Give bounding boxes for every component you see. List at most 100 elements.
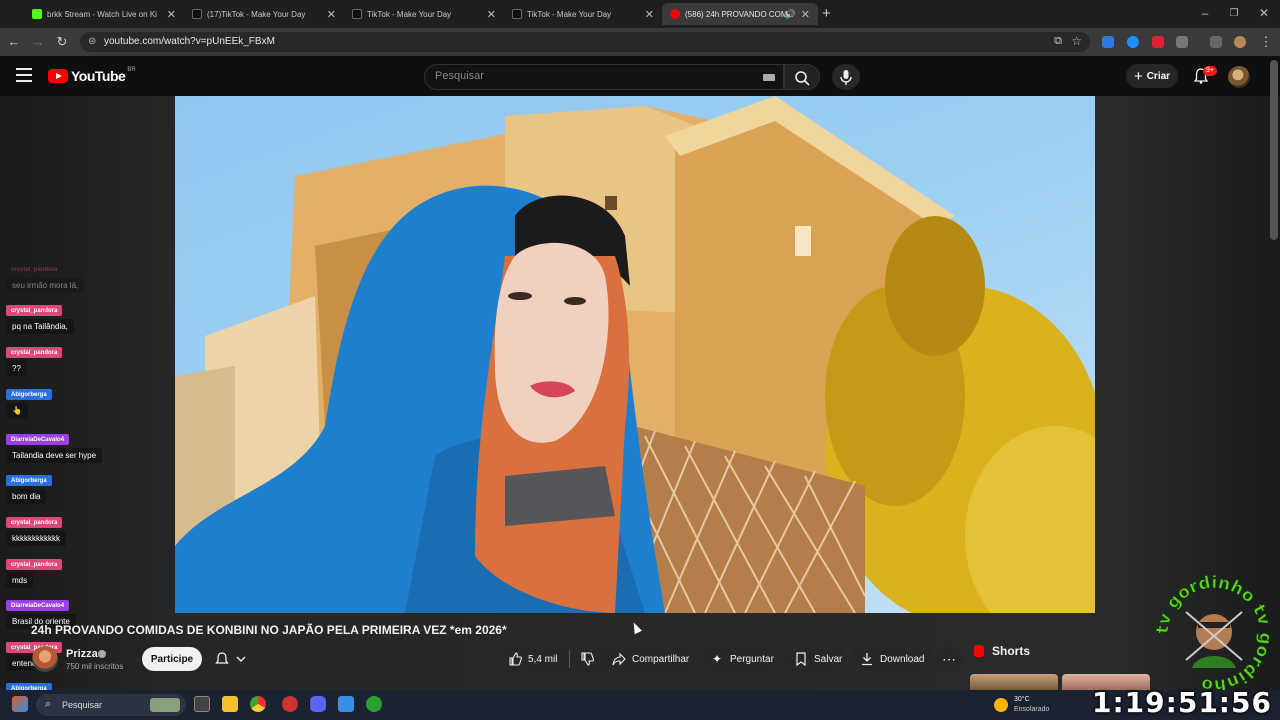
search-input[interactable] <box>435 70 755 82</box>
ask-button[interactable]: ✦ Perguntar <box>700 646 780 672</box>
browser-tab[interactable]: TikTok - Make Your Day ✕ <box>344 3 504 25</box>
browser-toolbar: ← → ↻ ⊜ youtube.com/watch?v=pUnEEk_FBxM … <box>0 28 1280 56</box>
channel-name[interactable]: Prizza <box>66 648 98 660</box>
chat-text: ?? <box>6 361 27 376</box>
youtube-logo[interactable]: YouTube BR <box>48 67 136 84</box>
tab-title: TikTok - Make Your Day <box>527 9 612 19</box>
browser-tab[interactable]: TikTok - Make Your Day ✕ <box>504 3 662 25</box>
close-tab-icon[interactable]: ✕ <box>167 8 176 21</box>
browser-menu-icon[interactable]: ⋮ <box>1258 34 1274 50</box>
close-tab-icon[interactable]: ✕ <box>645 8 654 21</box>
tiktok-favicon-icon <box>192 9 202 19</box>
search-field[interactable] <box>424 64 784 90</box>
weather-condition: Ensolarado <box>1014 706 1050 713</box>
bell-chevron-icon <box>215 652 246 664</box>
address-bar[interactable]: ⊜ youtube.com/watch?v=pUnEEk_FBxM ⧉ ☆ <box>80 32 1090 52</box>
xbox-icon[interactable] <box>366 696 382 712</box>
tab-search-icon[interactable] <box>1210 36 1222 48</box>
subscription-bell-button[interactable] <box>208 647 256 671</box>
tab-title: TikTok - Make Your Day <box>367 9 452 19</box>
channel-avatar[interactable] <box>32 646 58 672</box>
close-tab-icon[interactable]: ✕ <box>801 8 810 21</box>
save-button[interactable]: Salvar <box>784 646 846 672</box>
speaker-icon[interactable]: 🔊 <box>785 9 796 20</box>
chat-message: Abigorberga 👆 <box>6 383 52 418</box>
share-button[interactable]: Compartilhar <box>602 646 698 672</box>
subscriber-count: 750 mil inscritos <box>66 662 124 671</box>
browser-tab-strip: brkk Stream - Watch Live on Ki ✕ (17)Tik… <box>0 0 1280 28</box>
extension-icon[interactable] <box>1127 36 1139 48</box>
store-icon[interactable] <box>338 696 354 712</box>
extensions-puzzle-icon[interactable] <box>1176 36 1188 48</box>
maximize-icon[interactable]: ❐ <box>1226 8 1242 19</box>
discord-icon[interactable] <box>310 696 326 712</box>
browser-tab[interactable]: (17)TikTok - Make Your Day ✕ <box>184 3 344 25</box>
save-label: Salvar <box>814 653 843 665</box>
taskbar-search[interactable]: ⌕ Pesquisar <box>36 694 186 716</box>
extension-icon[interactable] <box>1102 36 1114 48</box>
sun-icon <box>994 698 1008 712</box>
chrome-icon[interactable] <box>250 696 266 712</box>
account-avatar[interactable] <box>1228 66 1250 88</box>
share-label: Compartilhar <box>632 653 690 665</box>
browser-tab-active[interactable]: (586) 24h PROVANDO COM 🔊 ✕ <box>662 3 818 25</box>
extension-icon[interactable] <box>1152 36 1164 48</box>
site-info-icon[interactable]: ⊜ <box>88 36 96 47</box>
more-actions-button[interactable]: ⋯ <box>936 646 962 672</box>
download-button[interactable]: Download <box>850 646 934 672</box>
new-tab-icon[interactable]: + <box>822 5 831 22</box>
sparkle-icon: ✦ <box>711 652 723 666</box>
plus-icon: + <box>1133 67 1143 85</box>
more-dots-icon: ⋯ <box>942 650 956 667</box>
app-icon[interactable] <box>282 696 298 712</box>
streamer-watermark-logo: tv gordinho tv gordinho <box>1152 573 1275 696</box>
chat-text: kkkkkkkkkkkk <box>6 531 66 546</box>
back-icon[interactable]: ← <box>6 34 22 49</box>
youtube-play-logo-icon <box>48 69 68 83</box>
chat-username: DiarreiaDeCavalo4 <box>6 600 70 611</box>
shorts-label: Shorts <box>992 644 1031 658</box>
like-count[interactable]: 5,4 mil <box>528 654 557 665</box>
create-label: Criar <box>1146 70 1171 82</box>
tab-title: brkk Stream - Watch Live on Ki <box>47 9 157 19</box>
save-bookmark-icon <box>796 652 806 666</box>
youtube-favicon-icon <box>670 9 680 19</box>
start-button-icon[interactable] <box>12 696 28 712</box>
create-button[interactable]: + Criar <box>1126 64 1178 88</box>
minimize-icon[interactable]: – <box>1197 6 1213 20</box>
like-icon[interactable] <box>508 652 522 666</box>
video-frame-image <box>175 96 1095 613</box>
youtube-header: YouTube BR + Criar 9+ <box>0 56 1280 96</box>
search-button[interactable] <box>784 64 820 90</box>
windows-taskbar: ⌕ Pesquisar 30°C Ensolarado <box>0 690 1280 720</box>
download-label: Download <box>880 653 925 665</box>
tab-title: (586) 24h PROVANDO COM <box>685 9 788 19</box>
forward-icon[interactable]: → <box>30 34 46 49</box>
shorts-shelf-header: Shorts <box>974 644 1030 658</box>
reload-icon[interactable]: ↻ <box>54 34 70 50</box>
chat-username: Abigorberga <box>6 475 52 486</box>
page-scrollbar[interactable] <box>1270 60 1278 240</box>
kick-favicon-icon <box>32 9 42 19</box>
hamburger-menu-icon[interactable] <box>16 68 32 82</box>
bookmark-star-icon[interactable]: ☆ <box>1071 34 1082 48</box>
keyboard-icon[interactable] <box>763 74 775 81</box>
video-player[interactable] <box>175 96 1095 613</box>
download-icon <box>862 653 872 666</box>
join-button[interactable]: Participe <box>142 647 202 671</box>
voice-search-button[interactable] <box>832 64 860 90</box>
shorts-icon <box>974 645 984 657</box>
like-dislike-group: 5,4 mil <box>498 646 616 672</box>
task-view-icon[interactable] <box>194 696 210 712</box>
chat-username: crystal_pandora <box>6 559 63 570</box>
chat-message: Abigorberga bom dia <box>6 469 52 504</box>
install-app-icon[interactable]: ⧉ <box>1054 35 1062 48</box>
browser-tab[interactable]: brkk Stream - Watch Live on Ki ✕ <box>24 3 184 25</box>
close-tab-icon[interactable]: ✕ <box>487 8 496 21</box>
dislike-icon[interactable] <box>580 652 595 666</box>
shorts-thumbnail[interactable] <box>970 674 1058 690</box>
close-window-icon[interactable]: ✕ <box>1256 6 1272 20</box>
file-explorer-icon[interactable] <box>222 696 238 712</box>
close-tab-icon[interactable]: ✕ <box>327 8 336 21</box>
profile-icon[interactable] <box>1234 36 1246 48</box>
